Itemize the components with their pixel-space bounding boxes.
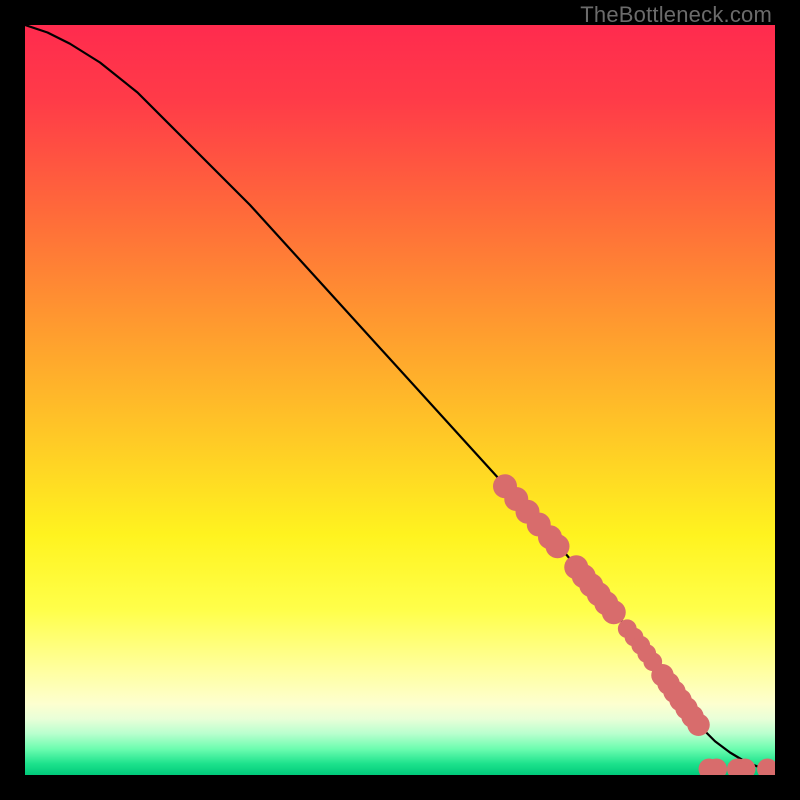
chart-svg [25,25,775,775]
marker-dot [687,714,710,737]
gradient-background [25,25,775,775]
plot-area [25,25,775,775]
marker-dot [546,534,570,558]
chart-frame: TheBottleneck.com [0,0,800,800]
marker-dot [602,600,626,624]
